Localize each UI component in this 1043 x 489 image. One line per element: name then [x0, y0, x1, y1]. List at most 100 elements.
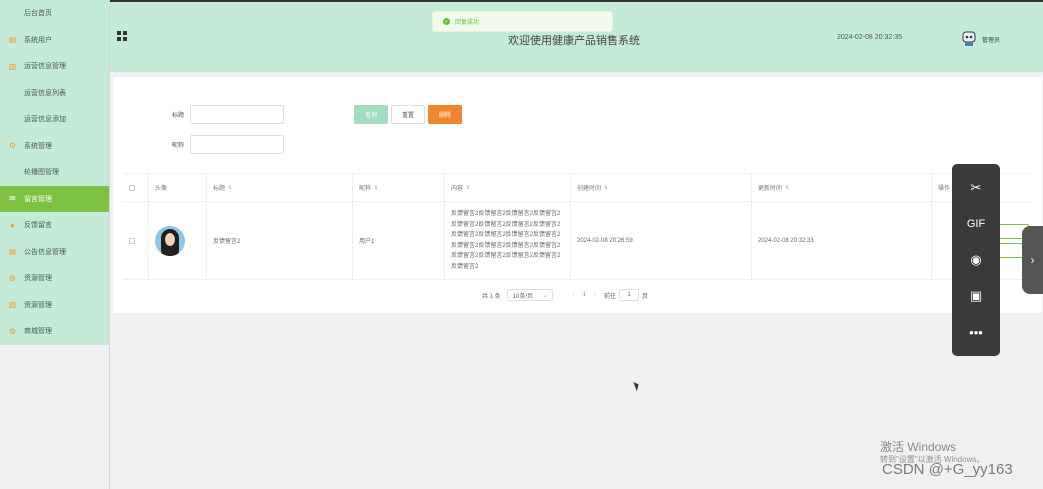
row-checkbox[interactable] [129, 237, 135, 244]
sidebar-item-label: 运营信息添加 [24, 116, 66, 124]
header-label: 标题 [213, 186, 226, 192]
success-toast: ✓ 回复成功 [432, 11, 613, 32]
table-row: 反馈留言2 用户1 反馈留言2反馈留言2反馈留言2反馈留言2反馈留言2反馈留言2… [123, 202, 1031, 280]
sidebar-item-system-management[interactable]: ⚙ 系统管理 [0, 133, 109, 160]
sidebar-item-resources-2[interactable]: ▥ 资源管理 [0, 292, 109, 319]
sidebar-item-operations-add[interactable]: 运营信息添加 [0, 106, 109, 133]
gif-label: GIF [966, 218, 986, 230]
sidebar-item-feedback[interactable]: ● 反馈留言 [0, 212, 109, 239]
sidebar-item-carousel[interactable]: 轮播图管理 [0, 159, 109, 186]
current-page[interactable]: 1 [583, 292, 586, 298]
chevron-down-icon: ⌄ [542, 292, 548, 299]
sort-icon[interactable]: ⇅ [374, 185, 378, 191]
toast-message: 回复成功 [455, 20, 480, 26]
row-avatar-cell [149, 202, 207, 279]
scissors-icon[interactable]: ✂ [966, 178, 986, 198]
sidebar-item-label: 运营信息管理 [24, 63, 66, 71]
prev-page-icon[interactable]: ‹ [573, 292, 575, 298]
header-avatar: 头像 [149, 174, 207, 201]
header-updated[interactable]: 更新时间 ⇅ [752, 174, 932, 201]
sidebar-item-shop[interactable]: ⚙ 商城管理 [0, 318, 109, 345]
menu-toggle-icon[interactable] [117, 31, 127, 41]
sidebar-item-announcements[interactable]: ▤ 公告信息管理 [0, 239, 109, 266]
sidebar-item-operations-list[interactable]: 运营信息列表 [0, 80, 109, 107]
record-icon[interactable]: ◉ [966, 250, 986, 270]
query-button[interactable]: 查询 [354, 105, 388, 124]
header-label: 内容 [451, 186, 464, 192]
sidebar-item-label: 后台首页 [24, 10, 52, 18]
title-label: 标题 [171, 113, 184, 119]
sidebar-item-label: 资源管理 [24, 275, 52, 283]
nickname-input[interactable] [190, 135, 284, 154]
row-created: 2024-02-08 20:26:59 [571, 202, 752, 279]
chart-icon: ▥ [8, 300, 17, 310]
header-nickname[interactable]: 昵称 ⇅ [353, 174, 445, 201]
image-icon[interactable]: ▣ [966, 286, 986, 306]
sidebar-item-home[interactable]: 后台首页 [0, 0, 109, 27]
header-label: 创建时间 [577, 186, 602, 192]
header-label: 操作 [938, 186, 951, 192]
sidebar-item-label: 公告信息管理 [24, 248, 66, 256]
header-label: 头像 [155, 186, 168, 192]
row-title: 反馈留言2 [207, 202, 353, 279]
reset-button[interactable]: 重置 [391, 105, 425, 124]
chevron-right-icon[interactable]: › [1022, 226, 1043, 294]
page-size-select[interactable]: 10条/页 ⌄ [506, 289, 553, 301]
main-content: 标题 昵称 查询 重置 删除 头像 标题 ⇅ 昵称 ⇅ 内容 ⇅ 创建时间 ⇅ 更新时间… [113, 77, 1042, 313]
table-header: 头像 标题 ⇅ 昵称 ⇅ 内容 ⇅ 创建时间 ⇅ 更新时间 ⇅ 操作 [123, 174, 1031, 202]
sidebar-item-label: 资源管理 [24, 301, 52, 309]
sidebar-item-label: 反馈留言 [24, 222, 52, 230]
goto-page-input[interactable]: 1 [619, 289, 640, 301]
location-icon: ● [10, 220, 15, 230]
total-count: 共 1 条 [482, 293, 501, 300]
windows-activation-title: 激活 Windows [880, 440, 957, 454]
message-table: 头像 标题 ⇅ 昵称 ⇅ 内容 ⇅ 创建时间 ⇅ 更新时间 ⇅ 操作 反馈留言2 用户1 … [123, 173, 1031, 280]
sidebar-menu: 后台首页 ▤ 系统用户 ▥ 运营信息管理 运营信息列表 运营信息添加 ⚙ 系统管理 轮… [0, 0, 109, 345]
pagination: 共 1 条 10条/页 ⌄ ‹ 1 › 前往 1 页 [482, 289, 648, 301]
page-size-value: 10条/页 [512, 293, 534, 300]
site-title: 欢迎使用健康产品销售系统 [508, 35, 640, 47]
sidebar-item-label: 系统管理 [24, 142, 52, 150]
screenshot-toolbar: ✂ GIF ◉ ▣ ••• [952, 164, 1000, 356]
page-suffix: 页 [642, 293, 649, 300]
avatar [155, 225, 185, 256]
more-icon[interactable]: ••• [966, 322, 986, 342]
next-page-icon[interactable]: › [594, 292, 596, 298]
mouse-cursor-icon [633, 380, 641, 392]
chart-icon: ▥ [8, 61, 17, 71]
message-icon: ✉ [9, 194, 16, 204]
delete-button[interactable]: 删除 [428, 105, 462, 124]
sidebar-item-label: 运营信息列表 [24, 89, 66, 97]
sidebar-item-label: 轮播图管理 [24, 169, 59, 177]
csdn-watermark: CSDN @+G_yy163 [882, 461, 1013, 478]
row-content: 反馈留言2反馈留言2反馈留言2反馈留言2反馈留言2反馈留言2反馈留言2反馈留言2… [445, 202, 571, 279]
header-content[interactable]: 内容 ⇅ [445, 174, 571, 201]
select-all-cell [123, 174, 149, 201]
title-search-row: 标题 [113, 105, 284, 124]
header-title[interactable]: 标题 ⇅ [207, 174, 353, 201]
sidebar-item-operations[interactable]: ▥ 运营信息管理 [0, 53, 109, 80]
sidebar-item-messages[interactable]: ✉ 留言管理 [0, 185, 109, 212]
gear-icon: ⚙ [8, 326, 17, 336]
check-circle-icon: ✓ [443, 18, 450, 25]
sidebar-item-label: 留言管理 [24, 195, 52, 203]
title-input[interactable] [190, 105, 284, 124]
sidebar-item-label: 商城管理 [24, 328, 52, 336]
document-icon: ▤ [8, 247, 17, 257]
gear-icon: ⚙ [8, 273, 17, 283]
gif-icon[interactable]: GIF [966, 214, 986, 234]
nickname-search-row: 昵称 [113, 135, 284, 154]
select-all-checkbox[interactable] [129, 184, 135, 191]
user-name[interactable]: 管理员 [982, 35, 1000, 44]
sidebar-item-resources[interactable]: ⚙ 资源管理 [0, 265, 109, 292]
sort-icon[interactable]: ⇅ [228, 185, 232, 191]
goto-label: 前往 [604, 293, 617, 300]
sort-icon[interactable]: ⇅ [785, 185, 789, 191]
sort-icon[interactable]: ⇅ [604, 185, 608, 191]
header-label: 昵称 [359, 186, 372, 192]
robot-avatar-icon[interactable] [960, 29, 978, 47]
sort-icon[interactable]: ⇅ [466, 185, 470, 191]
header-created[interactable]: 创建时间 ⇅ [571, 174, 752, 201]
sidebar-item-system-users[interactable]: ▤ 系统用户 [0, 27, 109, 54]
row-select-cell [123, 202, 149, 279]
